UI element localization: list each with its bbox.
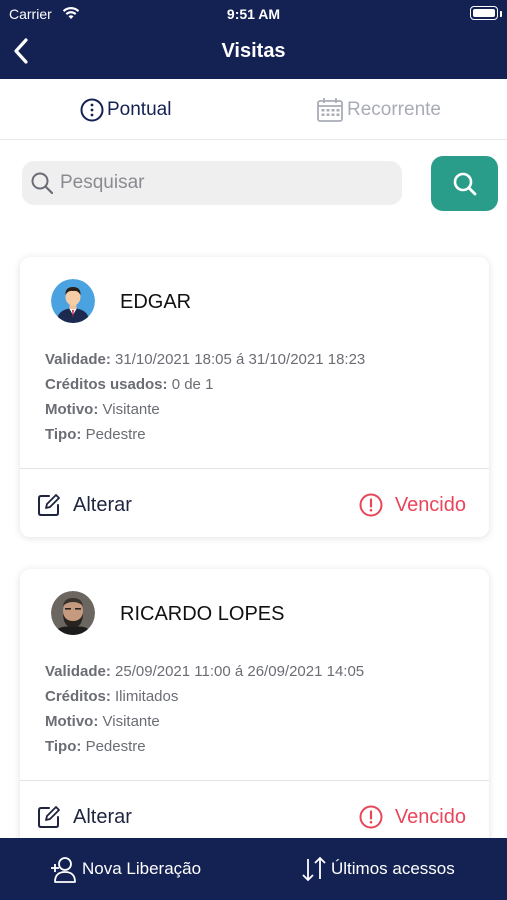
detail-value: 0 de 1	[171, 376, 214, 393]
battery-icon	[470, 6, 498, 20]
divider	[20, 780, 489, 781]
sort-arrows-icon	[302, 856, 326, 882]
calendar-icon	[317, 98, 343, 122]
detail-label: Validade:	[45, 351, 111, 368]
search-box	[22, 161, 402, 205]
status-badge: Vencido	[359, 803, 466, 831]
bottom-action-bar: Nova Liberação Últimos acessos	[0, 838, 507, 900]
edit-label: Alterar	[73, 805, 132, 828]
tab-pontual[interactable]: Pontual	[80, 97, 171, 123]
visitor-name: RICARDO LOPES	[120, 603, 285, 625]
visitor-name: EDGAR	[120, 291, 192, 313]
info-circle-icon	[80, 98, 104, 122]
tab-pontual-label: Pontual	[107, 99, 172, 120]
divider	[20, 468, 489, 469]
search-icon	[453, 172, 476, 195]
status-label: Vencido	[394, 493, 466, 516]
detail-value: 31/10/2021 18:05 á 31/10/2021 18:23	[115, 351, 366, 368]
detail-label: Motivo:	[45, 401, 99, 418]
ultimos-acessos-label: Últimos acessos	[331, 859, 455, 878]
detail-value: Visitante	[102, 401, 160, 418]
edit-button[interactable]: Alterar	[37, 491, 132, 519]
ultimos-acessos-button[interactable]: Últimos acessos	[299, 855, 455, 883]
detail-label: Tipo:	[45, 426, 82, 443]
alert-circle-icon	[359, 493, 383, 517]
detail-value: Pedestre	[85, 738, 146, 755]
search-icon	[31, 172, 54, 195]
nova-liberacao-label: Nova Liberação	[82, 859, 202, 878]
visit-card: RICARDO LOPES Validade: 25/09/2021 11:00…	[20, 569, 489, 849]
detail-value: Pedestre	[85, 426, 146, 443]
detail-row: Tipo: Pedestre	[45, 422, 365, 447]
detail-label: Créditos:	[45, 688, 111, 705]
edit-label: Alterar	[73, 493, 132, 516]
status-bar: Carrier 9:51 AM	[0, 0, 507, 28]
tab-recorrente[interactable]: Recorrente	[316, 97, 441, 123]
detail-row: Validade: 31/10/2021 18:05 á 31/10/2021 …	[45, 347, 365, 372]
nav-header: Carrier 9:51 AM Visitas	[0, 0, 507, 79]
visit-details: Validade: 31/10/2021 18:05 á 31/10/2021 …	[45, 347, 365, 447]
search-button[interactable]	[431, 156, 498, 211]
visit-details: Validade: 25/09/2021 11:00 á 26/09/2021 …	[45, 659, 364, 759]
avatar	[51, 591, 95, 635]
detail-row: Tipo: Pedestre	[45, 734, 364, 759]
avatar	[51, 279, 95, 323]
detail-label: Motivo:	[45, 713, 99, 730]
edit-icon	[38, 806, 60, 828]
page-title: Visitas	[221, 40, 286, 62]
edit-icon	[38, 494, 60, 516]
status-label: Vencido	[394, 805, 466, 828]
detail-value: Visitante	[102, 713, 160, 730]
detail-row: Créditos: Ilimitados	[45, 684, 364, 709]
nova-liberacao-button[interactable]: Nova Liberação	[50, 855, 201, 883]
detail-label: Tipo:	[45, 738, 82, 755]
add-user-icon	[51, 857, 76, 883]
clock: 9:51 AM	[226, 6, 281, 22]
visit-card: EDGAR Validade: 31/10/2021 18:05 á 31/10…	[20, 257, 489, 537]
detail-label: Créditos usados:	[45, 376, 168, 393]
edit-button[interactable]: Alterar	[37, 803, 132, 831]
status-badge: Vencido	[359, 491, 466, 519]
detail-value: 25/09/2021 11:00 á 26/09/2021 14:05	[115, 663, 365, 680]
detail-label: Validade:	[45, 663, 111, 680]
detail-value: Ilimitados	[115, 688, 179, 705]
detail-row: Validade: 25/09/2021 11:00 á 26/09/2021 …	[45, 659, 364, 684]
alert-circle-icon	[359, 805, 383, 829]
battery-tip	[500, 11, 502, 17]
tab-recorrente-label: Recorrente	[347, 99, 441, 120]
tab-bar: Pontual Recorrente	[0, 79, 507, 140]
detail-row: Motivo: Visitante	[45, 397, 365, 422]
search-input[interactable]	[60, 172, 380, 194]
detail-row: Créditos usados: 0 de 1	[45, 372, 365, 397]
detail-row: Motivo: Visitante	[45, 709, 364, 734]
